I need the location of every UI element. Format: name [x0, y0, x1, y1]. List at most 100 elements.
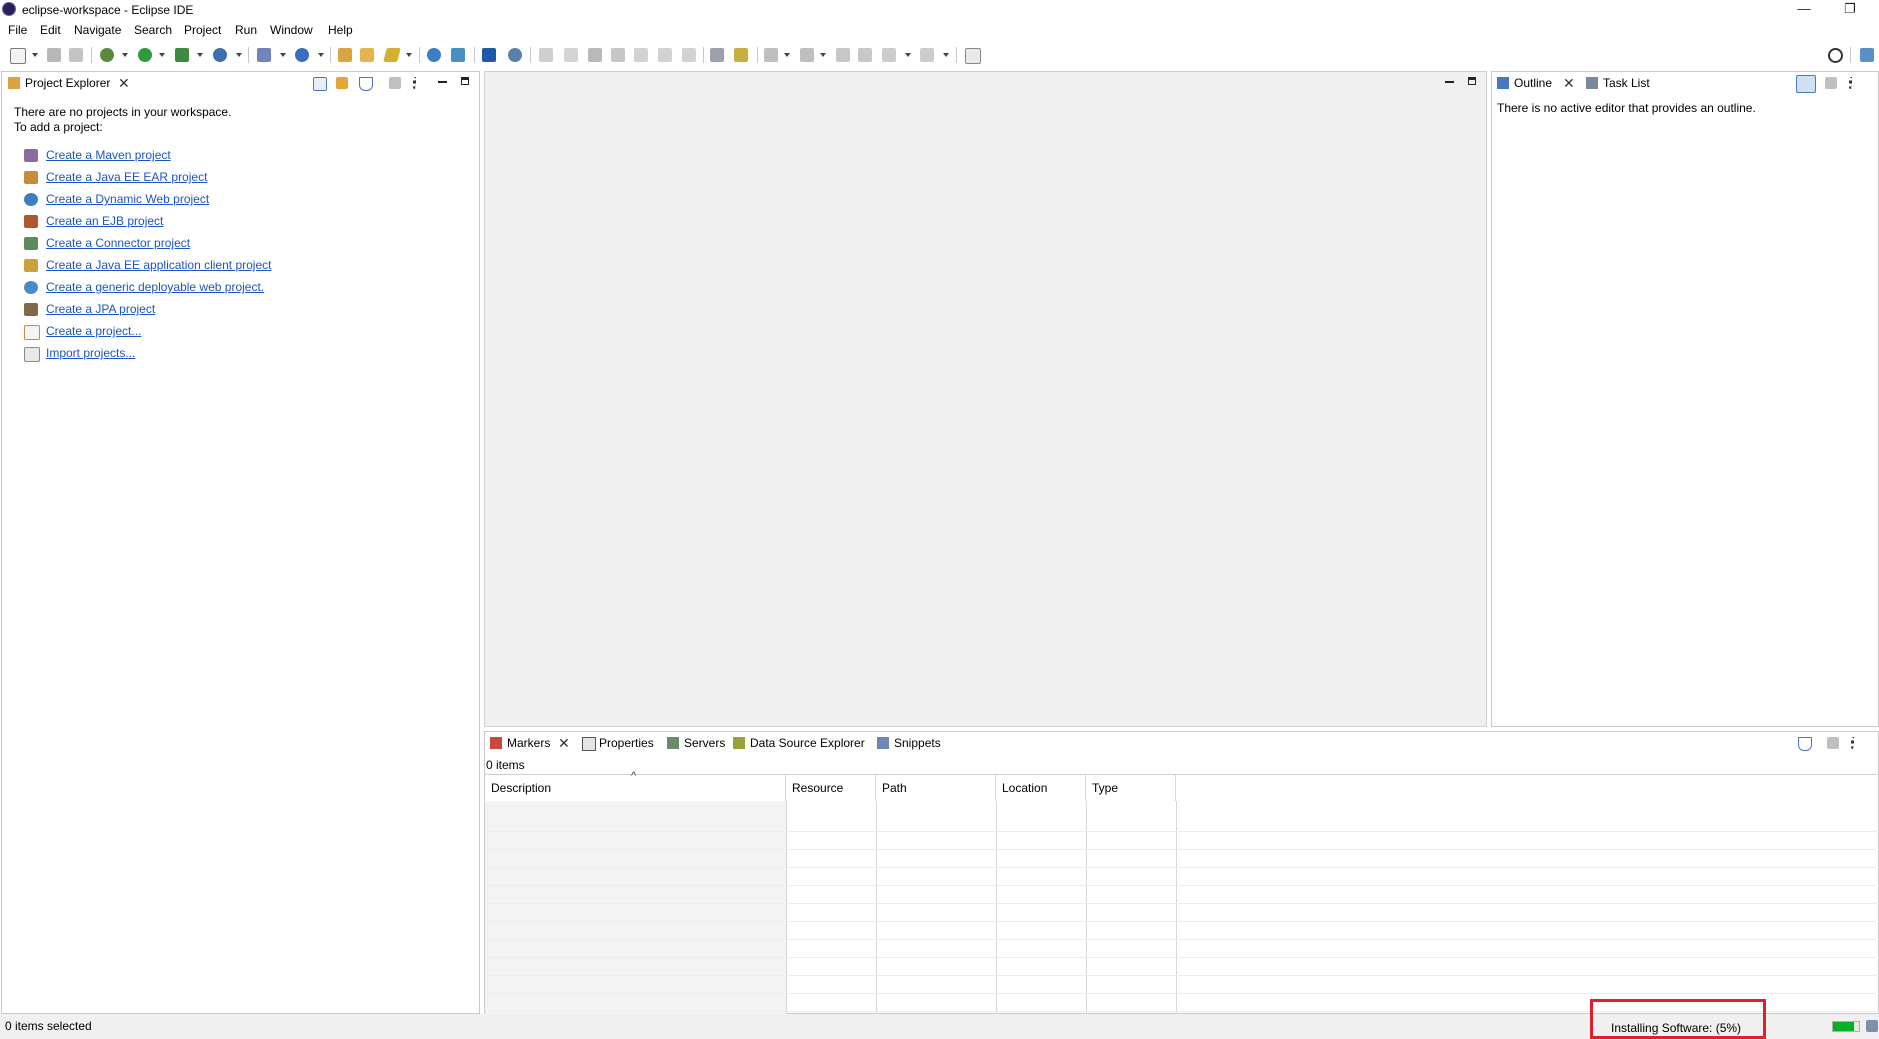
- minimize-editor-button[interactable]: [1445, 81, 1454, 83]
- previous-annotation-icon[interactable]: [800, 48, 814, 62]
- search-dropdown-icon[interactable]: [406, 53, 412, 57]
- new-java-project-icon[interactable]: [257, 48, 271, 62]
- back-icon[interactable]: [882, 48, 896, 62]
- maximize-editor-button[interactable]: [1468, 77, 1476, 85]
- column-resource[interactable]: Resource: [786, 775, 876, 801]
- save-all-icon[interactable]: [69, 48, 83, 62]
- team-sync-icon[interactable]: [451, 48, 465, 62]
- skip-breakpoints-icon[interactable]: [508, 48, 522, 62]
- menu-search[interactable]: Search: [134, 23, 172, 37]
- forward-icon[interactable]: [920, 48, 934, 62]
- focus-on-active-task-icon[interactable]: [1825, 77, 1837, 89]
- next-annotation-icon[interactable]: [764, 48, 778, 62]
- open-perspective-icon[interactable]: [1860, 48, 1874, 62]
- toggle-mark-occurrences-icon[interactable]: [734, 48, 748, 62]
- create-dynamic-web-project-link[interactable]: Create a Dynamic Web project: [46, 192, 209, 206]
- next-annotation-dropdown-icon[interactable]: [784, 53, 790, 57]
- create-app-client-project-link[interactable]: Create a Java EE application client proj…: [46, 258, 271, 272]
- create-ear-project-link[interactable]: Create a Java EE EAR project: [46, 170, 207, 184]
- step-return-icon[interactable]: [682, 48, 696, 62]
- new-server-dropdown-icon[interactable]: [318, 53, 324, 57]
- progress-bar[interactable]: [1832, 1021, 1860, 1032]
- tab-servers[interactable]: Servers: [667, 732, 737, 754]
- coverage-dropdown-icon[interactable]: [197, 53, 203, 57]
- search-wand-icon[interactable]: [383, 48, 401, 62]
- coverage-icon[interactable]: [175, 48, 189, 62]
- previous-annotation-dropdown-icon[interactable]: [820, 53, 826, 57]
- focus-on-active-task-icon[interactable]: [1827, 737, 1839, 749]
- tab-task-list[interactable]: Task List: [1586, 72, 1666, 94]
- disconnect-icon[interactable]: [611, 48, 625, 62]
- menu-run[interactable]: Run: [235, 23, 257, 37]
- resume-icon[interactable]: [539, 48, 553, 62]
- ejb-project-icon: [24, 215, 38, 228]
- pin-editor-icon[interactable]: [965, 48, 981, 64]
- last-edit-location-icon[interactable]: [836, 48, 850, 62]
- debug-dropdown-icon[interactable]: [122, 53, 128, 57]
- installing-software-status[interactable]: Installing Software: (5%): [1611, 1021, 1741, 1035]
- column-location[interactable]: Location: [996, 775, 1086, 801]
- close-icon[interactable]: ✕: [1563, 72, 1575, 94]
- save-icon[interactable]: [47, 48, 61, 62]
- close-icon[interactable]: ✕: [558, 732, 570, 754]
- restore-button[interactable]: ❐: [1830, 0, 1870, 20]
- collapse-all-icon[interactable]: [313, 77, 327, 91]
- last-edit-forward-icon[interactable]: [858, 48, 872, 62]
- back-dropdown-icon[interactable]: [905, 53, 911, 57]
- suspend-icon[interactable]: [564, 48, 578, 62]
- external-tools-icon[interactable]: [213, 48, 227, 62]
- title-bar: eclipse-workspace - Eclipse IDE — ❐: [0, 0, 1879, 20]
- menu-file[interactable]: File: [8, 23, 27, 37]
- create-connector-project-link[interactable]: Create a Connector project: [46, 236, 190, 250]
- create-generic-web-project-link[interactable]: Create a generic deployable web project.: [46, 280, 264, 294]
- minimize-button[interactable]: —: [1784, 0, 1824, 20]
- web-browser-icon[interactable]: [427, 48, 441, 62]
- minimize-view-button[interactable]: [438, 81, 447, 83]
- tab-properties[interactable]: Properties: [582, 732, 662, 754]
- debug-icon[interactable]: [100, 48, 114, 62]
- terminate-icon[interactable]: [588, 48, 602, 62]
- new-dropdown-icon[interactable]: [32, 53, 38, 57]
- step-into-icon[interactable]: [634, 48, 648, 62]
- create-ejb-project-link[interactable]: Create an EJB project: [46, 214, 163, 228]
- create-jpa-project-link[interactable]: Create a JPA project: [46, 302, 155, 316]
- view-menu-icon[interactable]: [1849, 77, 1855, 89]
- menu-navigate[interactable]: Navigate: [74, 23, 121, 37]
- menu-project[interactable]: Project: [184, 23, 221, 37]
- filter-icon[interactable]: [359, 77, 373, 91]
- import-projects-link[interactable]: Import projects...: [46, 346, 135, 360]
- new-server-icon[interactable]: [295, 48, 309, 62]
- close-icon[interactable]: ✕: [118, 72, 130, 94]
- open-type-icon[interactable]: [338, 48, 352, 62]
- menu-edit[interactable]: Edit: [40, 23, 61, 37]
- progress-view-icon[interactable]: [1866, 1020, 1878, 1032]
- open-resource-icon[interactable]: [360, 48, 374, 62]
- menu-window[interactable]: Window: [270, 23, 313, 37]
- column-type[interactable]: Type: [1086, 775, 1176, 801]
- view-menu-icon[interactable]: [413, 77, 419, 89]
- console-icon[interactable]: [482, 48, 496, 62]
- menu-bar: File Edit Navigate Search Project Run Wi…: [0, 20, 1879, 40]
- run-dropdown-icon[interactable]: [159, 53, 165, 57]
- sort-icon[interactable]: [1796, 75, 1816, 93]
- view-menu-icon[interactable]: [1851, 737, 1857, 749]
- link-with-editor-icon[interactable]: [336, 77, 348, 89]
- search-icon[interactable]: [1828, 48, 1843, 63]
- new-icon[interactable]: [10, 48, 26, 64]
- maximize-view-button[interactable]: [461, 77, 469, 85]
- new-project-dropdown-icon[interactable]: [280, 53, 286, 57]
- external-tools-dropdown-icon[interactable]: [236, 53, 242, 57]
- tab-data-source-explorer[interactable]: Data Source Explorer: [733, 732, 883, 754]
- filter-icon[interactable]: [1798, 737, 1812, 751]
- tab-snippets[interactable]: Snippets: [877, 732, 957, 754]
- focus-on-active-task-icon[interactable]: [389, 77, 401, 89]
- forward-dropdown-icon[interactable]: [943, 53, 949, 57]
- menu-help[interactable]: Help: [328, 23, 353, 37]
- table-row: [485, 852, 1879, 868]
- run-icon[interactable]: [138, 48, 152, 62]
- step-over-icon[interactable]: [658, 48, 672, 62]
- toggle-block-selection-icon[interactable]: [710, 48, 724, 62]
- column-path[interactable]: Path: [876, 775, 996, 801]
- create-maven-project-link[interactable]: Create a Maven project: [46, 148, 171, 162]
- create-project-link[interactable]: Create a project...: [46, 324, 141, 338]
